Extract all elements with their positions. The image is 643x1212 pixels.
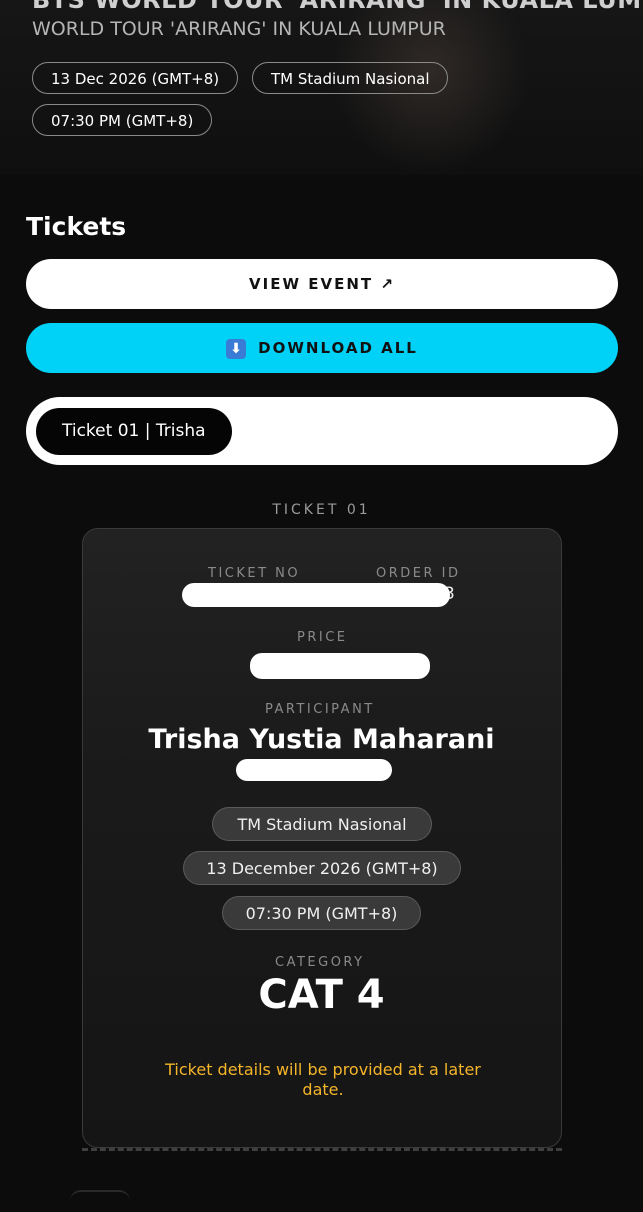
redacted-participant-id [236,759,392,781]
ticket-details-note: Ticket details will be provided at a lat… [165,1060,481,1099]
order-id-label: ORDER ID [376,566,461,581]
view-event-label: VIEW EVENT ↗ [249,275,395,293]
next-item-edge [70,1190,130,1212]
event-title: BTS WORLD TOUR 'ARIRANG' IN KUALA LUMPUR [32,0,643,14]
download-arrow-icon: ⬇ [226,338,247,359]
ticket-perforation [82,1148,562,1165]
event-venue-chip: TM Stadium Nasional [252,62,449,94]
ticket-no-label: TICKET NO [208,566,301,581]
event-subtitle: WORLD TOUR 'ARIRANG' IN KUALA LUMPUR [32,18,446,40]
event-time-chip: 07:30 PM (GMT+8) [32,104,213,136]
ticket-venue-chip: TM Stadium Nasional [212,807,432,841]
tab-ticket-01[interactable]: Ticket 01 | Trisha [36,408,232,455]
price-label: PRICE [297,630,348,645]
category-label: CATEGORY [275,955,365,970]
tickets-section-title: Tickets [26,212,127,241]
redacted-price [250,653,430,679]
download-all-label: DOWNLOAD ALL [258,339,418,357]
event-hero: BTS WORLD TOUR 'ARIRANG' IN KUALA LUMPUR… [0,0,643,175]
participant-label: PARTICIPANT [265,702,375,717]
ticket-date-chip: 13 December 2026 (GMT+8) [183,851,461,885]
ticket-tabs: Ticket 01 | Trisha [26,397,618,465]
category-value: CAT 4 [258,972,385,1018]
view-event-button[interactable]: VIEW EVENT ↗ [26,259,618,309]
ticket-heading: TICKET 01 [272,502,371,518]
ticket-time-chip: 07:30 PM (GMT+8) [222,896,421,930]
participant-name: Trisha Yustia Maharani [148,724,495,755]
redacted-ticket-order-numbers [182,583,450,607]
download-all-button[interactable]: ⬇ DOWNLOAD ALL [26,323,618,373]
event-date-chip: 13 Dec 2026 (GMT+8) [32,62,239,94]
